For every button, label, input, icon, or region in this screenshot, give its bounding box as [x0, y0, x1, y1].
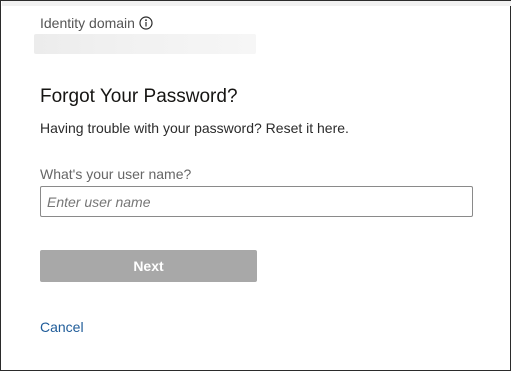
- identity-domain-label: Identity domain: [40, 15, 135, 31]
- username-label: What's your user name?: [40, 166, 192, 182]
- top-strip: [2, 1, 511, 6]
- username-input[interactable]: [40, 186, 473, 217]
- page-subtitle: Having trouble with your password? Reset…: [40, 120, 349, 136]
- info-circle-icon[interactable]: [139, 16, 153, 30]
- page-title: Forgot Your Password?: [40, 86, 238, 107]
- cancel-link[interactable]: Cancel: [40, 318, 84, 336]
- forgot-password-panel: Identity domain Forgot Your Password? Ha…: [0, 0, 511, 371]
- identity-domain-header: Identity domain: [40, 14, 153, 32]
- identity-domain-value-redacted: [34, 34, 256, 54]
- next-button[interactable]: Next: [40, 250, 257, 282]
